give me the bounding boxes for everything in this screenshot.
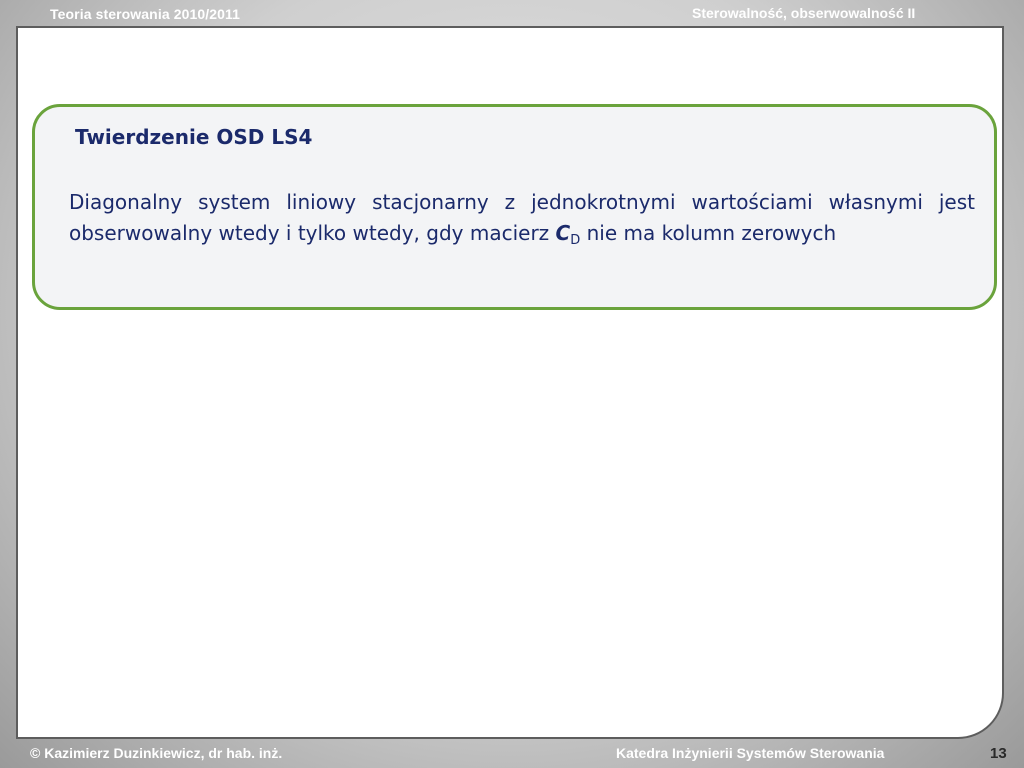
theorem-body: Diagonalny system liniowy stacjonarny z … xyxy=(69,187,975,256)
theorem-text-after: nie ma kolumn zerowych xyxy=(580,221,837,245)
theorem-text-before: Diagonalny system liniowy stacjonarny z … xyxy=(69,190,975,245)
slide-topic: Sterowalność, obserwowalność II xyxy=(692,6,916,21)
department-name: Katedra Inżynierii Systemów Sterowania xyxy=(616,745,885,761)
theorem-box: Twierdzenie OSD LS4 Diagonalny system li… xyxy=(32,104,997,310)
course-title: Teoria sterowania 2010/2011 xyxy=(50,6,240,22)
matrix-symbol: C xyxy=(555,221,571,245)
page-number: 13 xyxy=(990,745,1007,762)
author-credit: © Kazimierz Duzinkiewicz, dr hab. inż. xyxy=(30,745,283,761)
matrix-subscript: D xyxy=(570,233,581,248)
theorem-title: Twierdzenie OSD LS4 xyxy=(75,125,313,149)
